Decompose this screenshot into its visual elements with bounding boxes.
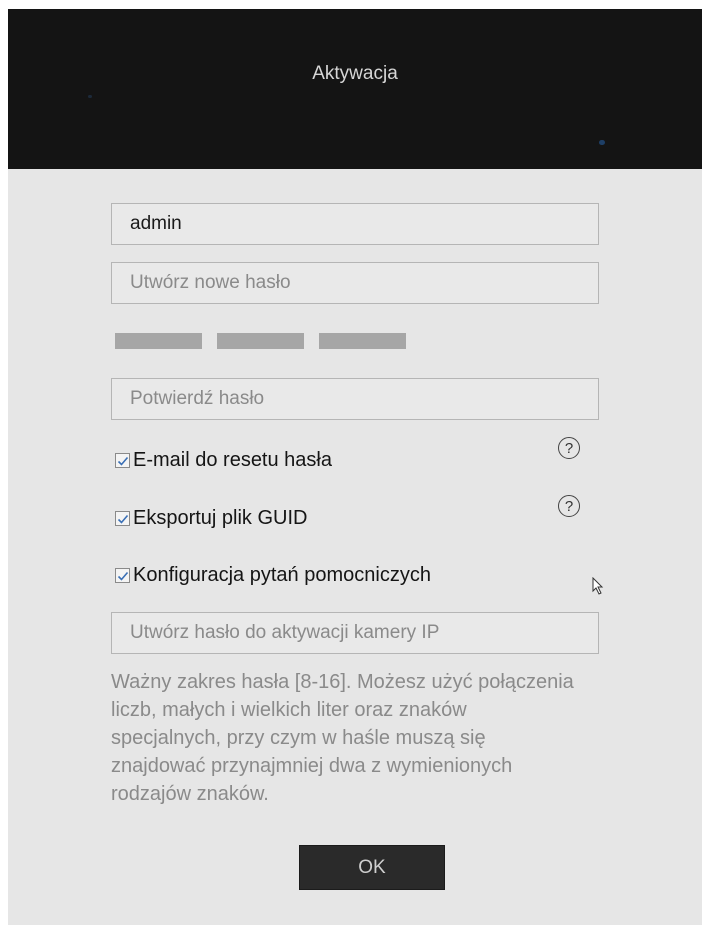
password-strength-bar-1 [115, 333, 202, 349]
option-email-reset[interactable]: E-mail do resetu hasła [115, 449, 332, 472]
checkmark-icon [117, 571, 128, 581]
password-hint-text: Ważny zakres hasła [8-16]. Możesz użyć p… [111, 671, 574, 805]
password-strength-bar-3 [319, 333, 406, 349]
titlebar-decoration [88, 95, 92, 98]
confirm-password-field[interactable] [111, 378, 599, 420]
email-reset-label: E-mail do resetu hasła [133, 449, 332, 471]
question-circle-icon[interactable]: ? [558, 495, 580, 517]
dialog-titlebar: Aktywacja [8, 9, 702, 169]
security-questions-label: Konfiguracja pytań pomocniczych [133, 564, 431, 586]
option-export-guid[interactable]: Eksportuj plik GUID [115, 507, 308, 530]
titlebar-decoration [599, 140, 605, 145]
checkmark-icon [117, 456, 128, 466]
option-security-questions[interactable]: Konfiguracja pytań pomocniczych [115, 564, 431, 587]
activation-dialog: Aktywacja E-mail do resetu hasła ? Ekspo… [8, 9, 702, 925]
ok-button[interactable]: OK [299, 845, 445, 890]
new-password-field[interactable] [111, 262, 599, 304]
checkmark-icon [117, 514, 128, 524]
security-questions-checkbox[interactable] [115, 568, 130, 583]
export-guid-label: Eksportuj plik GUID [133, 507, 308, 529]
password-strength-bar-2 [217, 333, 304, 349]
export-guid-checkbox[interactable] [115, 511, 130, 526]
question-circle-icon[interactable]: ? [558, 437, 580, 459]
mouse-pointer-icon [592, 577, 604, 595]
dialog-title: Aktywacja [312, 63, 398, 84]
username-field[interactable] [111, 203, 599, 245]
email-reset-checkbox[interactable] [115, 453, 130, 468]
camera-activation-password-field[interactable] [111, 612, 599, 654]
